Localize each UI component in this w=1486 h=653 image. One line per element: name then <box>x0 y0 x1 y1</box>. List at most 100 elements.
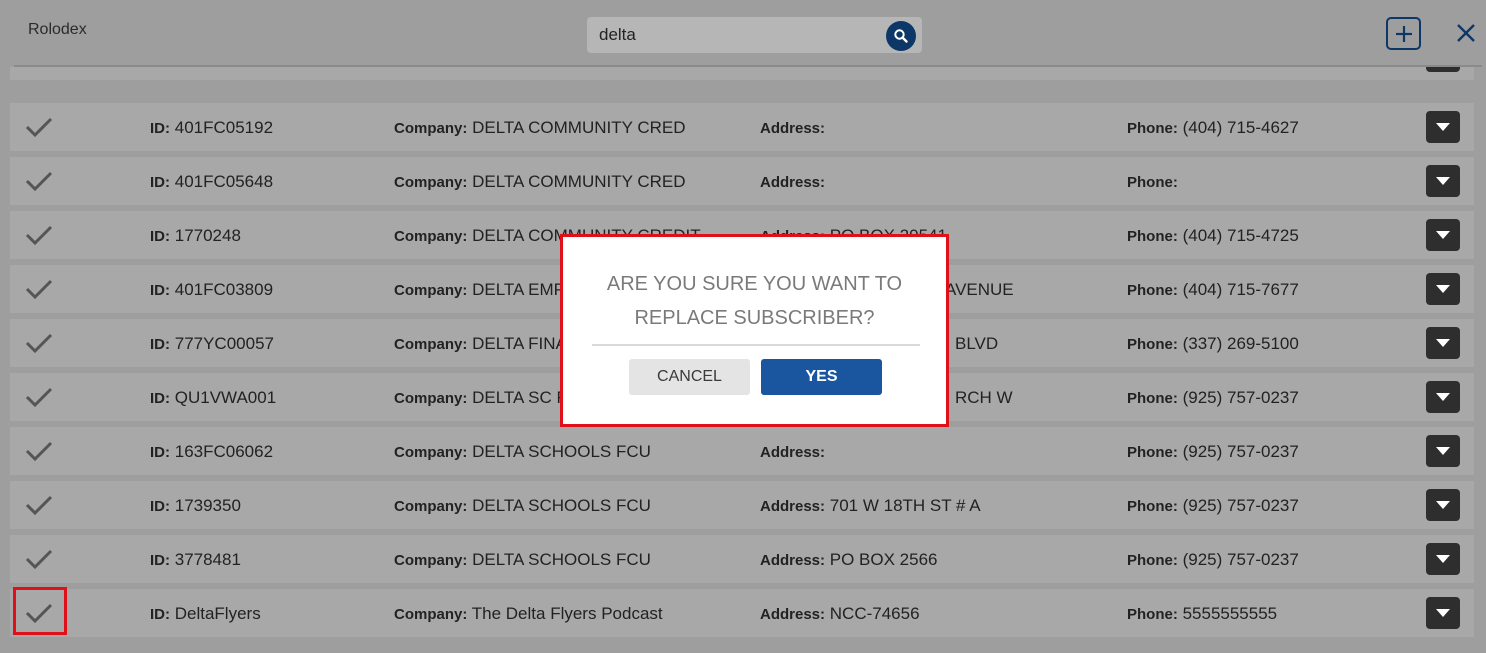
cancel-button[interactable]: CANCEL <box>629 359 750 395</box>
list-item: ID: Company: Phone: (...) <box>10 67 1474 80</box>
checkmark-icon <box>25 549 53 570</box>
caret-down-icon <box>1436 609 1450 617</box>
row-company: Company: DELTA EMPL <box>394 280 575 299</box>
caret-down-icon <box>1436 231 1450 239</box>
select-check-button[interactable] <box>24 67 54 71</box>
checkmark-icon <box>25 333 53 354</box>
row-id: ID: DeltaFlyers <box>150 604 261 623</box>
confirm-message-line1: ARE YOU SURE YOU WANT TO <box>606 273 903 295</box>
select-check-button[interactable] <box>24 436 54 466</box>
row-menu-button[interactable] <box>1426 597 1460 629</box>
select-check-button[interactable] <box>24 274 54 304</box>
checkmark-icon <box>25 171 53 192</box>
row-phone: Phone: (925) 757-0237 <box>1127 496 1299 515</box>
app-title: Rolodex <box>28 21 87 38</box>
checkmark-icon <box>25 495 53 516</box>
row-company: Company: DELTA SCHOOLS FCU <box>394 550 651 569</box>
row-phone: Phone: (925) 757-0237 <box>1127 550 1299 569</box>
list-item: ID: 401FC05192 Company: DELTA COMMUNITY … <box>10 103 1474 151</box>
select-check-button[interactable] <box>24 490 54 520</box>
row-address: Address: NCC-74656 <box>760 604 920 623</box>
row-id: ID: 163FC06062 <box>150 442 274 461</box>
row-menu-button[interactable] <box>1426 543 1460 575</box>
row-phone: Phone: (404) 715-7677 <box>1127 280 1299 299</box>
row-phone: Phone: (925) 757-0237 <box>1127 388 1299 407</box>
checkmark-icon <box>25 225 53 246</box>
caret-down-icon <box>1436 393 1450 401</box>
row-phone: Phone: (404) 715-4627 <box>1127 118 1299 137</box>
row-menu-button[interactable] <box>1426 273 1460 305</box>
row-menu-button[interactable] <box>1426 67 1460 72</box>
select-check-button[interactable] <box>24 112 54 142</box>
caret-down-icon <box>1436 177 1450 185</box>
select-check-button[interactable] <box>24 220 54 250</box>
row-menu-button[interactable] <box>1426 111 1460 143</box>
row-address: AVENUE <box>945 280 1014 299</box>
select-check-button[interactable] <box>24 382 54 412</box>
row-menu-button[interactable] <box>1426 219 1460 251</box>
row-company: Company: DELTA COMMUNITY CRED <box>394 118 686 137</box>
select-check-button[interactable] <box>24 544 54 574</box>
caret-down-icon <box>1436 555 1450 563</box>
caret-down-icon <box>1436 339 1450 347</box>
list-item: ID: 163FC06062 Company: DELTA SCHOOLS FC… <box>10 427 1474 475</box>
caret-down-icon <box>1436 285 1450 293</box>
row-menu-button[interactable] <box>1426 489 1460 521</box>
checkmark-icon <box>25 279 53 300</box>
checkmark-icon <box>25 387 53 408</box>
row-id: ID: QU1VWA001 <box>150 388 277 407</box>
header-bar: Rolodex <box>0 0 1486 67</box>
caret-down-icon <box>1436 123 1450 131</box>
row-company: Company: DELTA SCHOOLS FCU <box>394 496 651 515</box>
caret-down-icon <box>1436 447 1450 455</box>
dialog-divider <box>592 344 920 346</box>
close-icon <box>1457 24 1475 42</box>
row-id: ID: 401FC03809 <box>150 280 274 299</box>
row-id: ID: 1739350 <box>150 496 241 515</box>
row-company: Company: The Delta Flyers Podcast <box>394 604 663 623</box>
yes-button[interactable]: YES <box>761 359 882 395</box>
list-item: ID: 1739350 Company: DELTA SCHOOLS FCU A… <box>10 481 1474 529</box>
select-check-button[interactable] <box>24 328 54 358</box>
row-phone: Phone: <box>1127 174 1178 191</box>
row-address: Address: 701 W 18TH ST # A <box>760 496 981 515</box>
search-input[interactable] <box>587 17 877 53</box>
search-button[interactable] <box>886 21 916 51</box>
row-address: Address: <box>760 444 826 461</box>
list-item: ID: DeltaFlyers Company: The Delta Flyer… <box>10 589 1474 637</box>
row-menu-button[interactable] <box>1426 165 1460 197</box>
confirm-message-line2: REPLACE SUBSCRIBER? <box>634 307 875 329</box>
row-id: ID: 1770248 <box>150 226 241 245</box>
row-company: Company: DELTA COMMUNITY CRED <box>394 172 686 191</box>
row-menu-button[interactable] <box>1426 327 1460 359</box>
row-address: Address: <box>760 120 826 137</box>
row-id: ID: 401FC05192 <box>150 118 274 137</box>
row-menu-button[interactable] <box>1426 435 1460 467</box>
row-company: Company: DELTA FINAN <box>394 334 580 353</box>
row-id: ID: 777YC00057 <box>150 334 274 353</box>
row-address: Address: PO BOX 2566 <box>760 550 938 569</box>
row-phone: Phone: (337) 269-5100 <box>1127 334 1299 353</box>
row-menu-button[interactable] <box>1426 381 1460 413</box>
row-id: ID: 401FC05648 <box>150 172 274 191</box>
selection-highlight <box>13 587 67 635</box>
row-phone: Phone: (404) 715-4725 <box>1127 226 1299 245</box>
row-company: Company: DELTA SC FC <box>394 388 580 407</box>
row-id: ID: 3778481 <box>150 550 241 569</box>
row-company: Company: DELTA SCHOOLS FCU <box>394 442 651 461</box>
confirm-dialog: ARE YOU SURE YOU WANT TO REPLACE SUBSCRI… <box>560 234 949 427</box>
row-address: Address: <box>760 174 826 191</box>
row-address: BLVD <box>955 334 999 353</box>
plus-icon <box>1395 25 1412 42</box>
row-phone: Phone: (925) 757-0237 <box>1127 442 1299 461</box>
search-icon <box>894 29 908 43</box>
search-box <box>587 17 922 53</box>
select-check-button[interactable] <box>24 166 54 196</box>
list-item: ID: 3778481 Company: DELTA SCHOOLS FCU A… <box>10 535 1474 583</box>
row-address: RCH W <box>955 388 1013 407</box>
close-button[interactable] <box>1453 19 1479 47</box>
checkmark-icon <box>25 117 53 138</box>
row-phone: Phone: 5555555555 <box>1127 604 1278 623</box>
add-contact-button[interactable] <box>1386 17 1421 50</box>
confirm-message: ARE YOU SURE YOU WANT TO REPLACE SUBSCRI… <box>563 267 946 335</box>
